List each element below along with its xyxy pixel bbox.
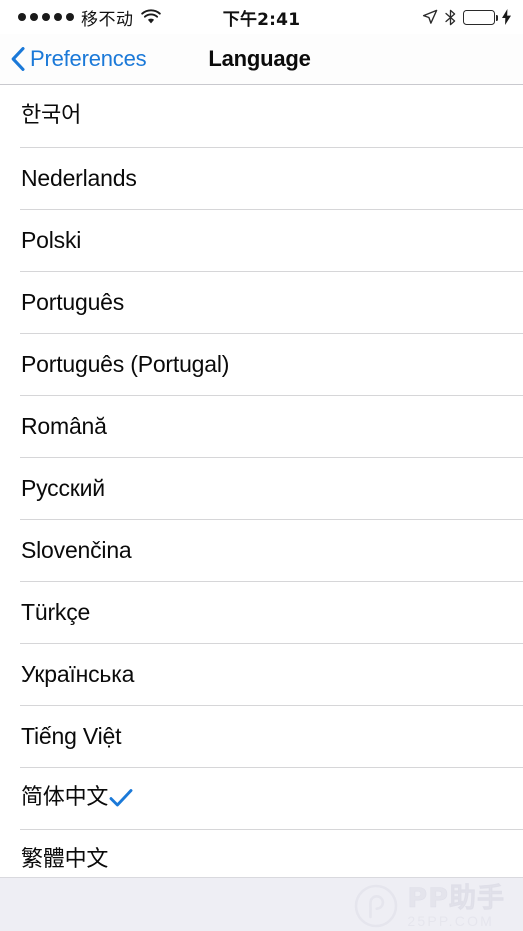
watermark-title: PP助手: [407, 883, 505, 914]
language-row[interactable]: Português: [0, 271, 523, 333]
signal-dot: [30, 13, 38, 21]
location-arrow-icon: [422, 9, 438, 25]
status-bar-left: 移不动: [12, 5, 161, 30]
signal-strength-dots: [18, 13, 74, 21]
signal-dot: [18, 13, 26, 21]
language-row-label: Polski: [21, 226, 82, 253]
signal-dot: [42, 13, 50, 21]
language-row[interactable]: 한국어: [0, 85, 523, 147]
language-row-label: Nederlands: [21, 164, 137, 191]
language-row[interactable]: Tiếng Việt: [0, 705, 523, 767]
signal-dot: [54, 13, 62, 21]
back-button-label[interactable]: Preferences: [30, 46, 147, 72]
navigation-bar: Preferences Language: [0, 34, 523, 85]
chevron-left-icon[interactable]: [11, 47, 25, 71]
language-row[interactable]: Русский: [0, 457, 523, 519]
watermark: PP助手 25PP.COM: [353, 883, 505, 930]
status-bar-right: [422, 9, 511, 26]
bluetooth-icon: [445, 9, 456, 26]
signal-dot: [66, 13, 74, 21]
language-row-label: 한국어: [21, 103, 82, 128]
language-row-label: 简体中文: [21, 785, 109, 810]
language-row-label: Português (Portugal): [21, 350, 230, 377]
language-row-label: Slovenčina: [21, 536, 132, 563]
carrier-label: 移不动: [81, 9, 134, 30]
wifi-icon: [140, 9, 161, 25]
language-row[interactable]: Українська: [0, 643, 523, 705]
watermark-text: PP助手 25PP.COM: [407, 883, 505, 930]
language-row-label: Română: [21, 412, 107, 439]
battery-icon: [463, 9, 498, 25]
watermark-url: 25PP.COM: [407, 913, 495, 930]
language-row[interactable]: Română: [0, 395, 523, 457]
page-title-text: Language: [208, 46, 311, 71]
language-row[interactable]: Slovenčina: [0, 519, 523, 581]
language-row-label: Українська: [21, 660, 135, 687]
language-row[interactable]: Polski: [0, 209, 523, 271]
language-row-label: Português: [21, 288, 125, 315]
back-button[interactable]: Preferences: [0, 46, 147, 72]
language-row[interactable]: 简体中文: [0, 767, 523, 829]
language-row-label: Türkçe: [21, 598, 91, 625]
pp-assistant-logo-icon: [353, 883, 399, 929]
language-row[interactable]: Türkçe: [0, 581, 523, 643]
language-row-label: 繁體中文: [21, 847, 109, 872]
language-row-label: Tiếng Việt: [21, 722, 122, 749]
checkmark-icon: [108, 785, 134, 811]
list-footer: PP助手 25PP.COM: [0, 877, 523, 931]
language-row[interactable]: Nederlands: [0, 147, 523, 209]
language-row-label: Русский: [21, 474, 105, 501]
lightning-bolt-icon: [502, 9, 511, 25]
phone-screen: 移不动 下午2:41 Preferences Language 한국어 Nede…: [0, 0, 523, 931]
language-list: 한국어 Nederlands Polski Português Português (P…: [0, 85, 523, 891]
language-row[interactable]: Português (Portugal): [0, 333, 523, 395]
status-bar: 移不动 下午2:41: [0, 0, 523, 34]
